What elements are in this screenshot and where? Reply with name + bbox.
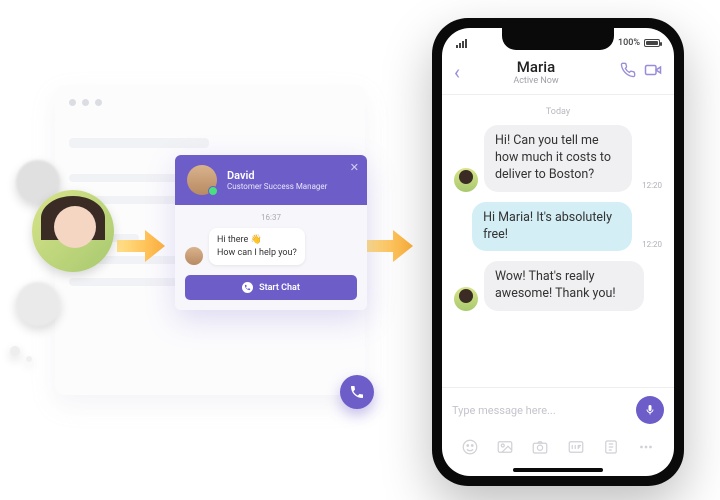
battery-icon [644,39,660,47]
agent-role: Customer Success Manager [227,182,327,191]
more-icon[interactable] [637,438,655,460]
widget-body: 16:37 Hi there 👋 How can I help you? Sta… [175,205,367,310]
message-bubble: Hi! Can you tell me how much it costs to… [484,125,632,192]
agent-name: David [227,169,327,182]
agent-avatar [187,165,217,195]
avatar-dot [26,356,32,362]
message-input[interactable]: Type message here... [452,404,626,417]
placeholder-line [69,138,209,148]
contact-avatar [454,287,478,311]
day-separator: Today [454,107,662,117]
chat-area: Today Hi! Can you tell me how much it co… [442,95,674,387]
message-bubble: Wow! That's really awesome! Thank you! [484,261,644,311]
gallery-icon[interactable] [496,438,514,460]
contact-name: Maria [460,58,612,76]
agent-avatar-small [185,247,203,265]
message-bubble: Hi Maria! It's absolutely free! [472,202,632,252]
arrow-icon [363,228,415,264]
message-row-incoming: Wow! That's really awesome! Thank you! [454,261,662,311]
window-traffic-lights [69,99,351,106]
conversation-header: ‹ Maria Active Now [442,54,674,95]
home-indicator [513,468,603,472]
chat-fab-button[interactable] [340,375,374,409]
video-call-icon[interactable] [644,61,662,83]
agent-message-bubble: Hi there 👋 How can I help you? [209,228,305,265]
battery-percent: 100% [618,38,640,48]
start-chat-button[interactable]: Start Chat [185,275,357,300]
message-row-incoming: Hi! Can you tell me how much it costs to… [454,125,662,192]
greeting-line: Hi there 👋 [217,235,262,245]
widget-header: David Customer Success Manager ✕ [175,155,367,205]
phone-icon [242,282,253,293]
signal-icon [456,39,467,48]
avatar-blurred [16,282,60,326]
avatar-main [32,190,114,272]
start-chat-label: Start Chat [259,283,300,293]
phone-mockup: 100% ‹ Maria Active Now Today Hi! Can yo… [432,18,684,486]
arrow-icon [115,228,167,264]
message-time: 16:37 [185,213,357,222]
agent-message-row: Hi there 👋 How can I help you? [185,228,357,265]
presence-status: Active Now [460,76,612,86]
contact-avatar [454,168,478,192]
compose-bar: Type message here... [442,387,674,432]
gif-icon[interactable] [567,438,585,460]
greeting-line: How can I help you? [217,248,297,258]
close-icon[interactable]: ✕ [350,161,359,174]
message-time: 12:20 [642,181,662,190]
chat-widget: David Customer Success Manager ✕ 16:37 H… [175,155,367,310]
message-time: 12:20 [642,240,662,249]
bottom-toolbar [442,432,674,468]
camera-icon[interactable] [531,438,549,460]
sticker-icon[interactable] [461,438,479,460]
mic-button[interactable] [636,396,664,424]
voice-call-icon[interactable] [620,62,636,82]
message-row-outgoing: Hi Maria! It's absolutely free! 12:20 [454,202,662,252]
attachment-icon[interactable] [602,438,620,460]
phone-notch [502,28,614,50]
avatar-dot [10,346,20,356]
